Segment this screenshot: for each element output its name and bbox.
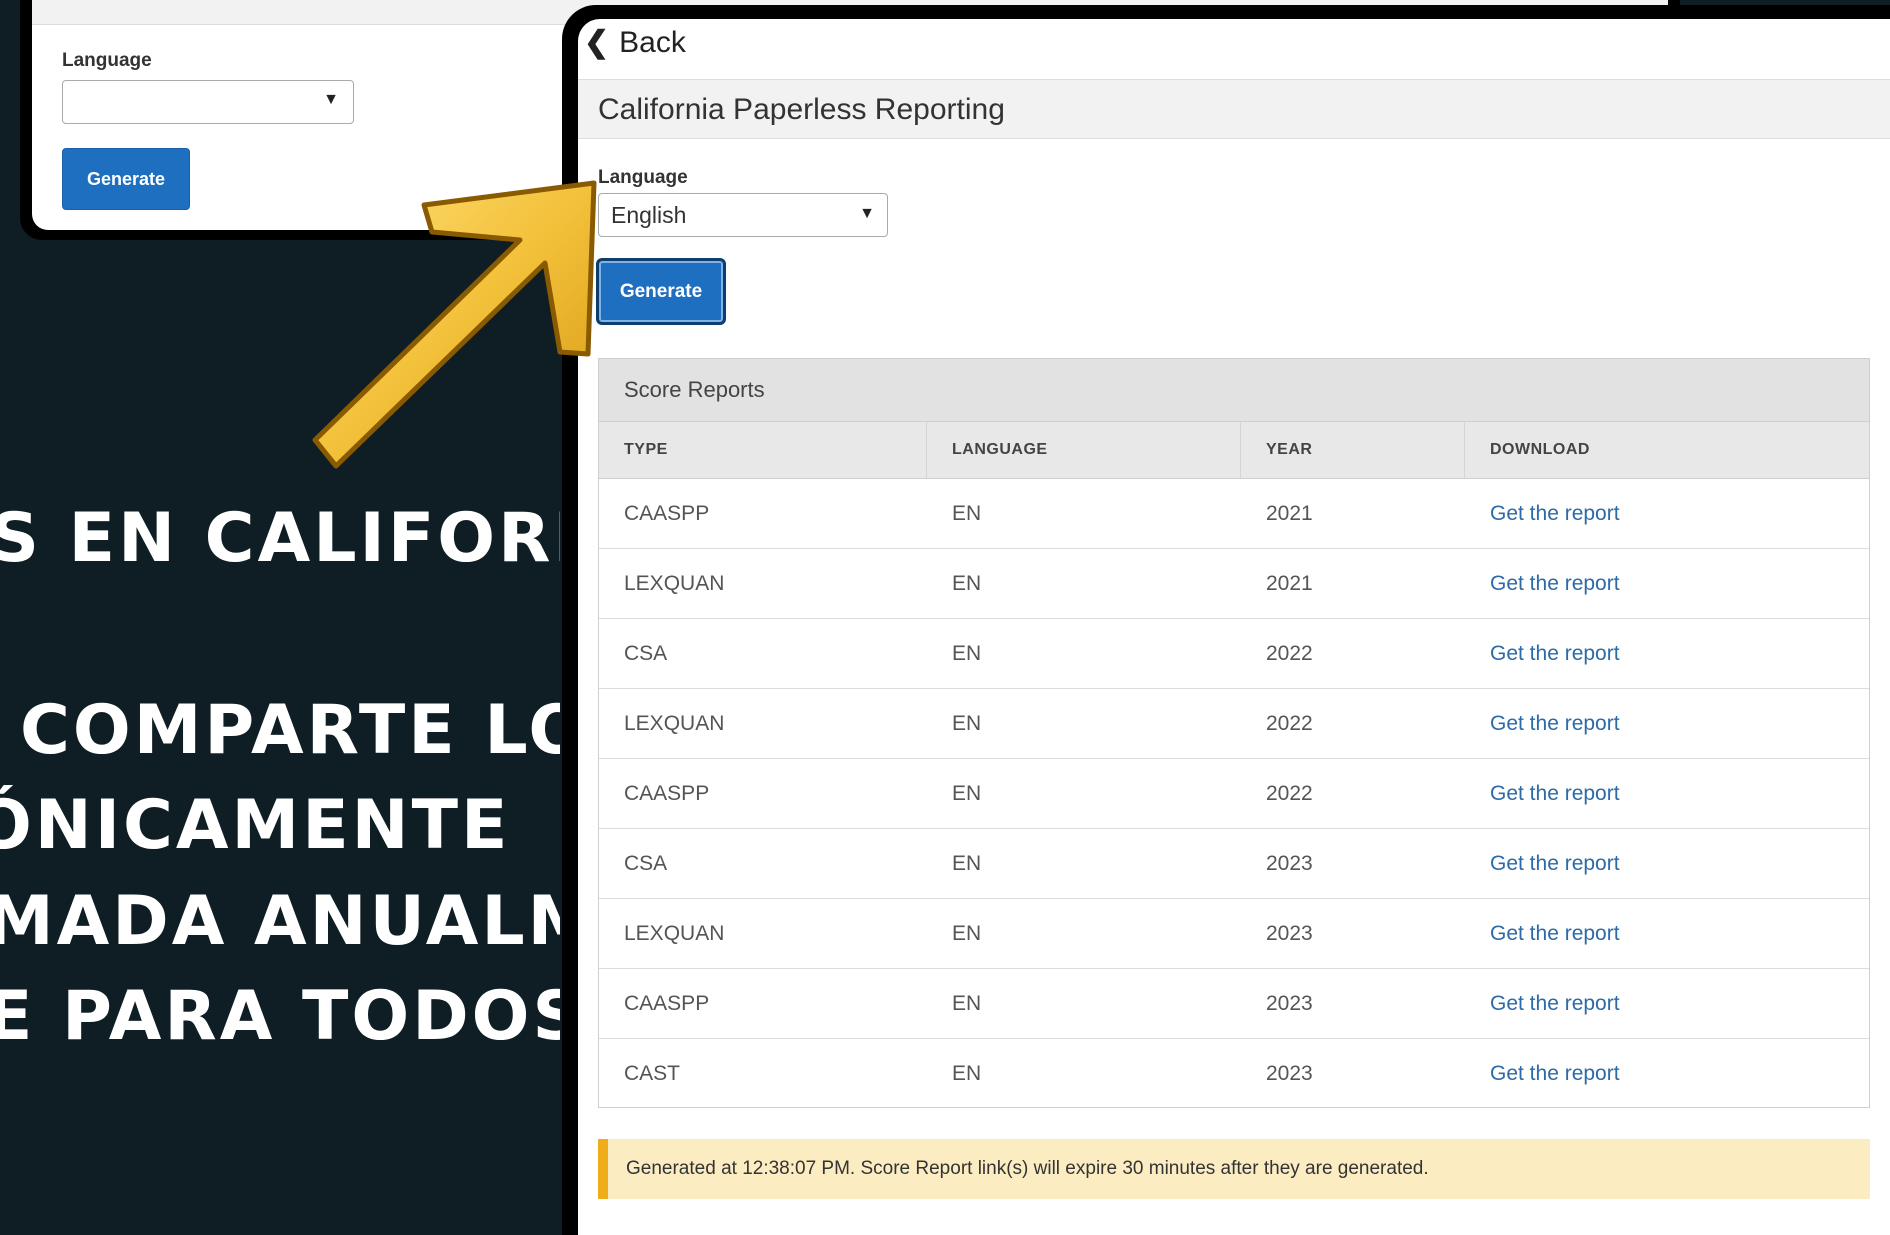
cell-type: CSA bbox=[624, 851, 668, 875]
cell-language: EN bbox=[952, 641, 982, 665]
cell-type: CAASPP bbox=[624, 501, 710, 525]
cell-year: 2023 bbox=[1266, 851, 1313, 875]
spanish-text-line: COMPARTE LOS bbox=[20, 691, 560, 770]
score-reports-heading: Score Reports bbox=[624, 377, 765, 402]
cell-year: 2023 bbox=[1266, 921, 1313, 945]
cell-language: EN bbox=[952, 711, 982, 735]
cell-year: 2023 bbox=[1266, 991, 1313, 1015]
background-language-label: Language bbox=[62, 50, 152, 71]
cell-year: 2022 bbox=[1266, 711, 1313, 735]
cell-type: LEXQUAN bbox=[624, 711, 725, 735]
get-report-link[interactable]: Get the report bbox=[1465, 689, 1869, 758]
cell-year: 2021 bbox=[1266, 571, 1313, 595]
column-header-language: LANGUAGE bbox=[927, 422, 1241, 478]
table-row: CAASPP EN 2023 Get the report bbox=[599, 969, 1869, 1039]
spanish-text-line: MADA ANUALMENTE bbox=[0, 882, 560, 961]
table-row: CAST EN 2023 Get the report bbox=[599, 1039, 1869, 1109]
spanish-text-line: E PARA TODOS LOS bbox=[0, 977, 560, 1056]
get-report-link[interactable]: Get the report bbox=[1465, 759, 1869, 828]
get-report-link[interactable]: Get the report bbox=[1465, 1039, 1869, 1109]
cell-language: EN bbox=[952, 921, 982, 945]
table-row: LEXQUAN EN 2023 Get the report bbox=[599, 899, 1869, 969]
page-title: California Paperless Reporting bbox=[598, 93, 1005, 126]
get-report-link[interactable]: Get the report bbox=[1465, 899, 1869, 968]
table-row: LEXQUAN EN 2021 Get the report bbox=[599, 549, 1869, 619]
cell-language: EN bbox=[952, 501, 982, 525]
cell-language: EN bbox=[952, 571, 982, 595]
cell-year: 2022 bbox=[1266, 781, 1313, 805]
cell-language: EN bbox=[952, 781, 982, 805]
get-report-link[interactable]: Get the report bbox=[1465, 549, 1869, 618]
get-report-link[interactable]: Get the report bbox=[1465, 479, 1869, 548]
get-report-link[interactable]: Get the report bbox=[1465, 829, 1869, 898]
page-title-bar: California Paperless Reporting bbox=[578, 79, 1890, 139]
table-header-row: TYPE LANGUAGE YEAR DOWNLOAD bbox=[599, 422, 1869, 479]
cell-language: EN bbox=[952, 1062, 982, 1085]
cell-type: LEXQUAN bbox=[624, 921, 725, 945]
chevron-left-icon: ❮ bbox=[584, 26, 610, 59]
main-screenshot-panel: ❮ Back California Paperless Reporting La… bbox=[562, 5, 1890, 1235]
back-link[interactable]: ❮ Back bbox=[584, 25, 686, 60]
main-panel-content: ❮ Back California Paperless Reporting La… bbox=[578, 19, 1890, 1235]
cell-type: CAST bbox=[624, 1062, 681, 1085]
column-header-download: DOWNLOAD bbox=[1490, 441, 1590, 458]
caret-down-icon: ▼ bbox=[859, 205, 875, 222]
table-row: CSA EN 2022 Get the report bbox=[599, 619, 1869, 689]
table-row: CSA EN 2023 Get the report bbox=[599, 829, 1869, 899]
back-label: Back bbox=[619, 25, 686, 59]
cell-year: 2022 bbox=[1266, 641, 1313, 665]
column-header-type: TYPE bbox=[599, 422, 927, 478]
language-select[interactable]: English ▼ bbox=[598, 193, 888, 237]
cell-year: 2021 bbox=[1266, 501, 1313, 525]
expiry-notice: Generated at 12:38:07 PM. Score Report l… bbox=[598, 1139, 1870, 1199]
language-select-value: English bbox=[611, 202, 687, 228]
spanish-text-line: S EN CALIFORNIA bbox=[0, 499, 560, 578]
cell-type: CAASPP bbox=[624, 991, 710, 1015]
background-generate-button[interactable]: Generate bbox=[62, 148, 190, 210]
get-report-link[interactable]: Get the report bbox=[1465, 619, 1869, 688]
expiry-notice-text: Generated at 12:38:07 PM. Score Report l… bbox=[626, 1158, 1429, 1179]
table-row: CAASPP EN 2021 Get the report bbox=[599, 479, 1869, 549]
column-header-year: YEAR bbox=[1241, 422, 1465, 478]
score-reports-header: Score Reports bbox=[599, 359, 1869, 422]
cell-year: 2023 bbox=[1266, 1062, 1313, 1085]
cell-language: EN bbox=[952, 851, 982, 875]
background-language-select[interactable]: ▼ bbox=[62, 80, 354, 124]
cell-type: LEXQUAN bbox=[624, 571, 725, 595]
cell-type: CAASPP bbox=[624, 781, 710, 805]
get-report-link[interactable]: Get the report bbox=[1465, 969, 1869, 1038]
cell-type: CSA bbox=[624, 641, 668, 665]
generate-button[interactable]: Generate bbox=[596, 258, 726, 325]
spanish-text-line: ÓNICAMENTE bbox=[0, 786, 511, 865]
caret-down-icon: ▼ bbox=[323, 91, 339, 108]
language-label: Language bbox=[598, 167, 688, 188]
score-reports-table: Score Reports TYPE LANGUAGE YEAR DOWNLOA… bbox=[598, 358, 1870, 1108]
cell-language: EN bbox=[952, 991, 982, 1015]
table-row: LEXQUAN EN 2022 Get the report bbox=[599, 689, 1869, 759]
table-row: CAASPP EN 2022 Get the report bbox=[599, 759, 1869, 829]
